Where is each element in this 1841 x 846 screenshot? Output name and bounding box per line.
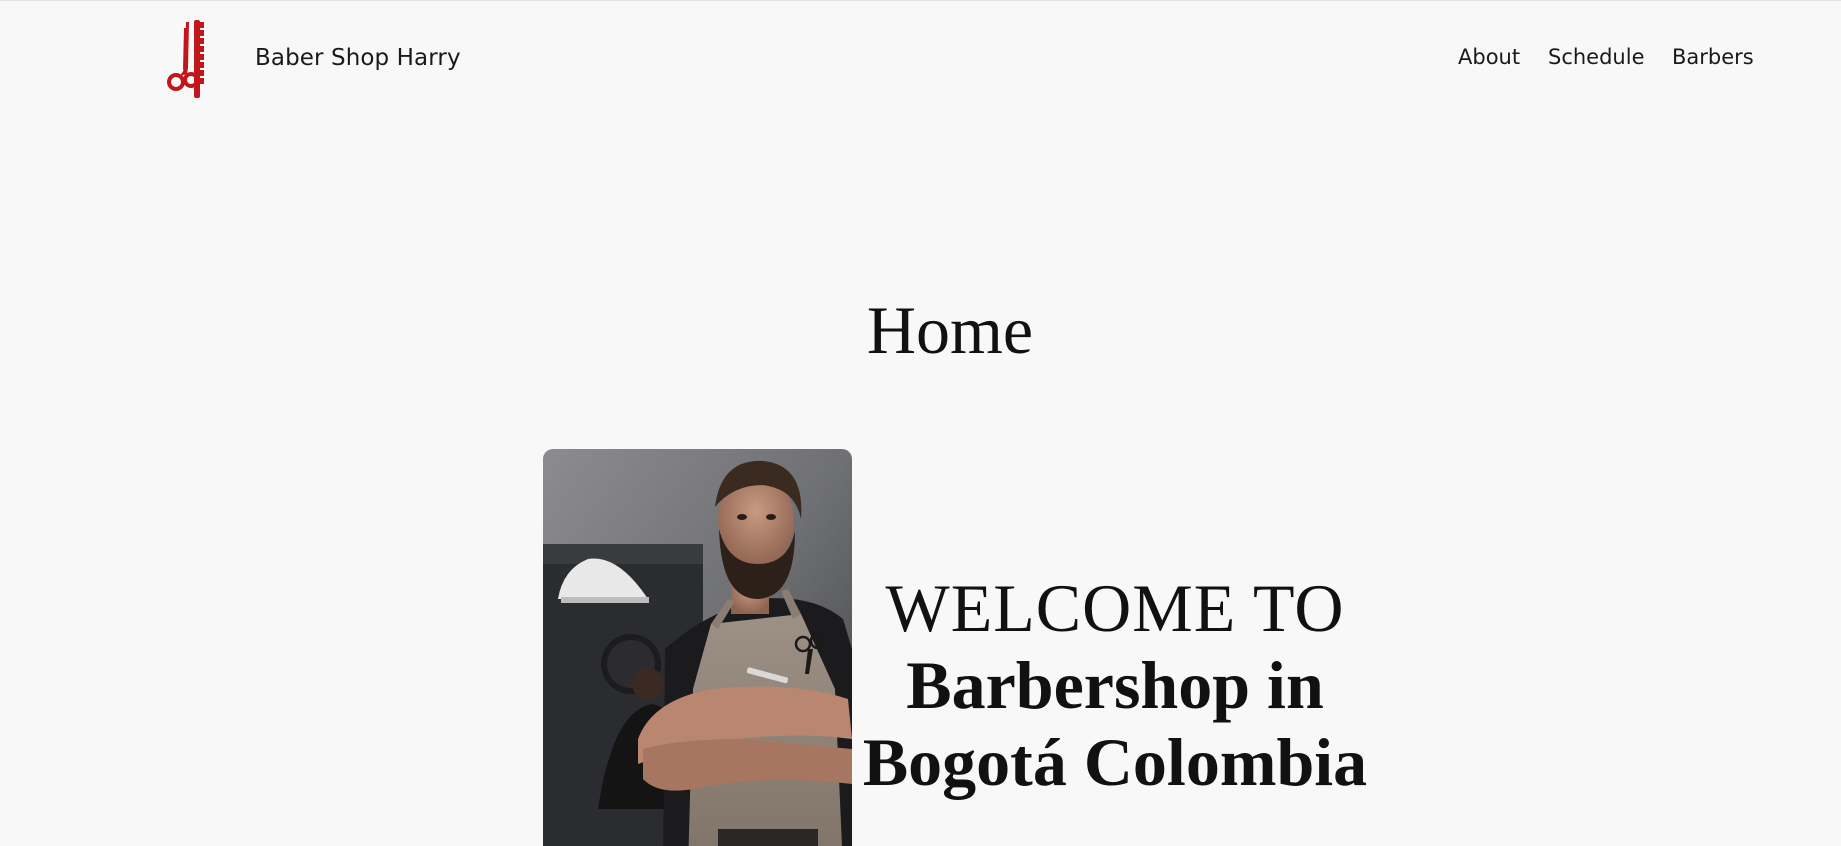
hero-heading: WELCOME TO Barbershop in Bogotá Colombia — [855, 570, 1375, 801]
scissors-comb-icon[interactable] — [164, 20, 214, 98]
top-divider — [0, 0, 1841, 1]
page-title: Home — [866, 292, 1034, 368]
hero-headline: Barbershop in Bogotá Colombia — [862, 647, 1368, 800]
brand-name[interactable]: Baber Shop Harry — [255, 45, 461, 71]
nav-about-link[interactable]: About — [1458, 45, 1520, 69]
nav-schedule-link[interactable]: Schedule — [1548, 45, 1645, 69]
nav-barbers-link[interactable]: Barbers — [1672, 45, 1754, 69]
welcome-line: WELCOME TO — [885, 570, 1345, 646]
barber-portrait-image — [543, 449, 852, 846]
